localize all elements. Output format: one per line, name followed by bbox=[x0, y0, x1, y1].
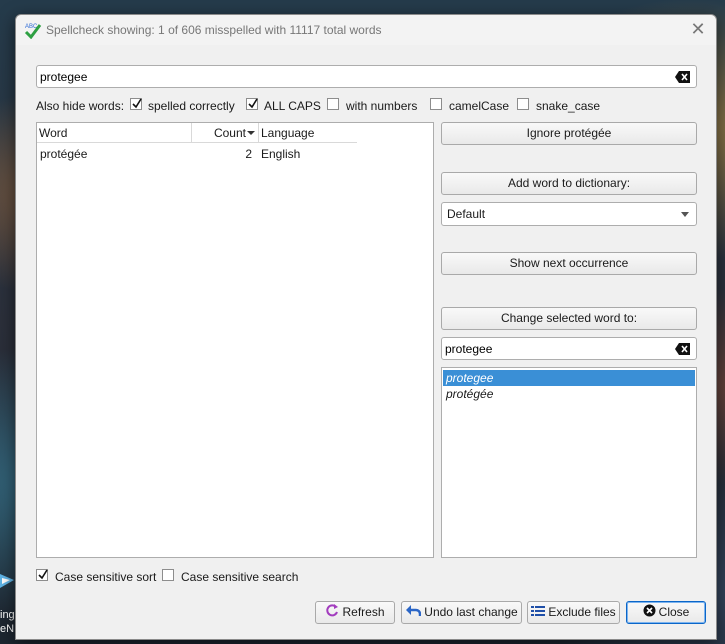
case-sensitive-search-checkbox[interactable] bbox=[162, 569, 174, 581]
replacement-field[interactable] bbox=[441, 337, 697, 360]
case-sensitive-sort-label[interactable]: Case sensitive sort bbox=[55, 570, 156, 584]
snake-case-label[interactable]: snake_case bbox=[536, 99, 600, 113]
all-caps-checkbox[interactable] bbox=[246, 98, 258, 110]
refresh-label: Refresh bbox=[342, 605, 385, 619]
spellcheck-dialog: ABC Spellcheck showing: 1 of 606 misspel… bbox=[15, 14, 717, 640]
also-hide-words-label: Also hide words: bbox=[36, 99, 125, 113]
checkmark-icon bbox=[248, 98, 258, 109]
table-row-count[interactable]: 2 bbox=[192, 145, 252, 163]
change-selected-word-button[interactable]: Change selected word to: bbox=[441, 307, 697, 330]
spellcheck-app-icon: ABC bbox=[24, 21, 42, 40]
undo-last-change-button[interactable]: Undo last change bbox=[401, 601, 522, 624]
filter-input[interactable] bbox=[40, 68, 634, 86]
filter-field[interactable] bbox=[36, 65, 697, 88]
table-row-language[interactable]: English bbox=[261, 145, 300, 163]
desktop-shortcut-icon[interactable] bbox=[0, 570, 16, 590]
column-header-language[interactable]: Language bbox=[258, 123, 357, 143]
replacement-input[interactable] bbox=[445, 340, 674, 358]
window-title: Spellcheck showing: 1 of 606 misspelled … bbox=[46, 23, 382, 37]
show-next-occurrence-button[interactable]: Show next occurrence bbox=[441, 252, 697, 275]
close-label: Close bbox=[658, 605, 690, 619]
list-icon bbox=[531, 603, 546, 623]
clear-replacement-icon[interactable] bbox=[675, 343, 690, 355]
ignore-word-label: Ignore protégée bbox=[526, 126, 612, 140]
exclude-files-label: Exclude files bbox=[548, 605, 616, 619]
change-word-label: Change selected word to: bbox=[500, 311, 638, 325]
sort-descending-icon bbox=[247, 131, 255, 135]
column-header-count-label: Count bbox=[213, 126, 246, 140]
column-header-word[interactable]: Word bbox=[37, 123, 191, 143]
dictionary-select-value: Default bbox=[447, 207, 486, 221]
dropdown-arrow-icon bbox=[681, 212, 689, 217]
undo-label: Undo last change bbox=[424, 605, 518, 619]
close-circle-icon bbox=[643, 603, 656, 623]
clear-filter-icon[interactable] bbox=[675, 71, 690, 83]
camelcase-checkbox[interactable] bbox=[430, 98, 442, 110]
camelcase-label[interactable]: camelCase bbox=[449, 99, 509, 113]
case-sensitive-sort-checkbox[interactable] bbox=[36, 569, 48, 581]
spelled-correctly-label[interactable]: spelled correctly bbox=[148, 99, 235, 113]
all-caps-label[interactable]: ALL CAPS bbox=[264, 99, 321, 113]
with-numbers-label[interactable]: with numbers bbox=[346, 99, 417, 113]
misspelled-words-table[interactable]: Word Count Language protégée 2 English bbox=[36, 122, 434, 558]
checkmark-icon bbox=[38, 569, 48, 580]
case-sensitive-search-label[interactable]: Case sensitive search bbox=[181, 570, 298, 584]
show-next-label: Show next occurrence bbox=[509, 256, 629, 270]
refresh-icon bbox=[325, 603, 339, 623]
checkmark-icon bbox=[132, 98, 142, 109]
undo-arrow-icon bbox=[405, 603, 422, 623]
close-window-icon[interactable]: ✕ bbox=[688, 19, 708, 39]
suggestions-list[interactable]: protegee protégée bbox=[441, 367, 697, 558]
dictionary-select[interactable]: Default bbox=[441, 202, 697, 226]
list-item[interactable]: protegee bbox=[443, 370, 695, 386]
title-bar: ABC Spellcheck showing: 1 of 606 misspel… bbox=[16, 15, 716, 45]
ignore-word-button[interactable]: Ignore protégée bbox=[441, 122, 697, 145]
with-numbers-checkbox[interactable] bbox=[327, 98, 339, 110]
add-word-to-dictionary-button[interactable]: Add word to dictionary: bbox=[441, 172, 697, 195]
exclude-files-button[interactable]: Exclude files bbox=[527, 601, 620, 624]
close-button[interactable]: Close bbox=[626, 601, 706, 624]
spelled-correctly-checkbox[interactable] bbox=[130, 98, 142, 110]
snake-case-checkbox[interactable] bbox=[517, 98, 529, 110]
list-item[interactable]: protégée bbox=[443, 386, 695, 402]
refresh-button[interactable]: Refresh bbox=[315, 601, 395, 624]
add-word-label: Add word to dictionary: bbox=[507, 176, 631, 190]
table-row-word[interactable]: protégée bbox=[40, 145, 87, 163]
column-header-count[interactable]: Count bbox=[191, 123, 258, 143]
desktop-shortcut-label: ing eNA bbox=[0, 609, 14, 635]
